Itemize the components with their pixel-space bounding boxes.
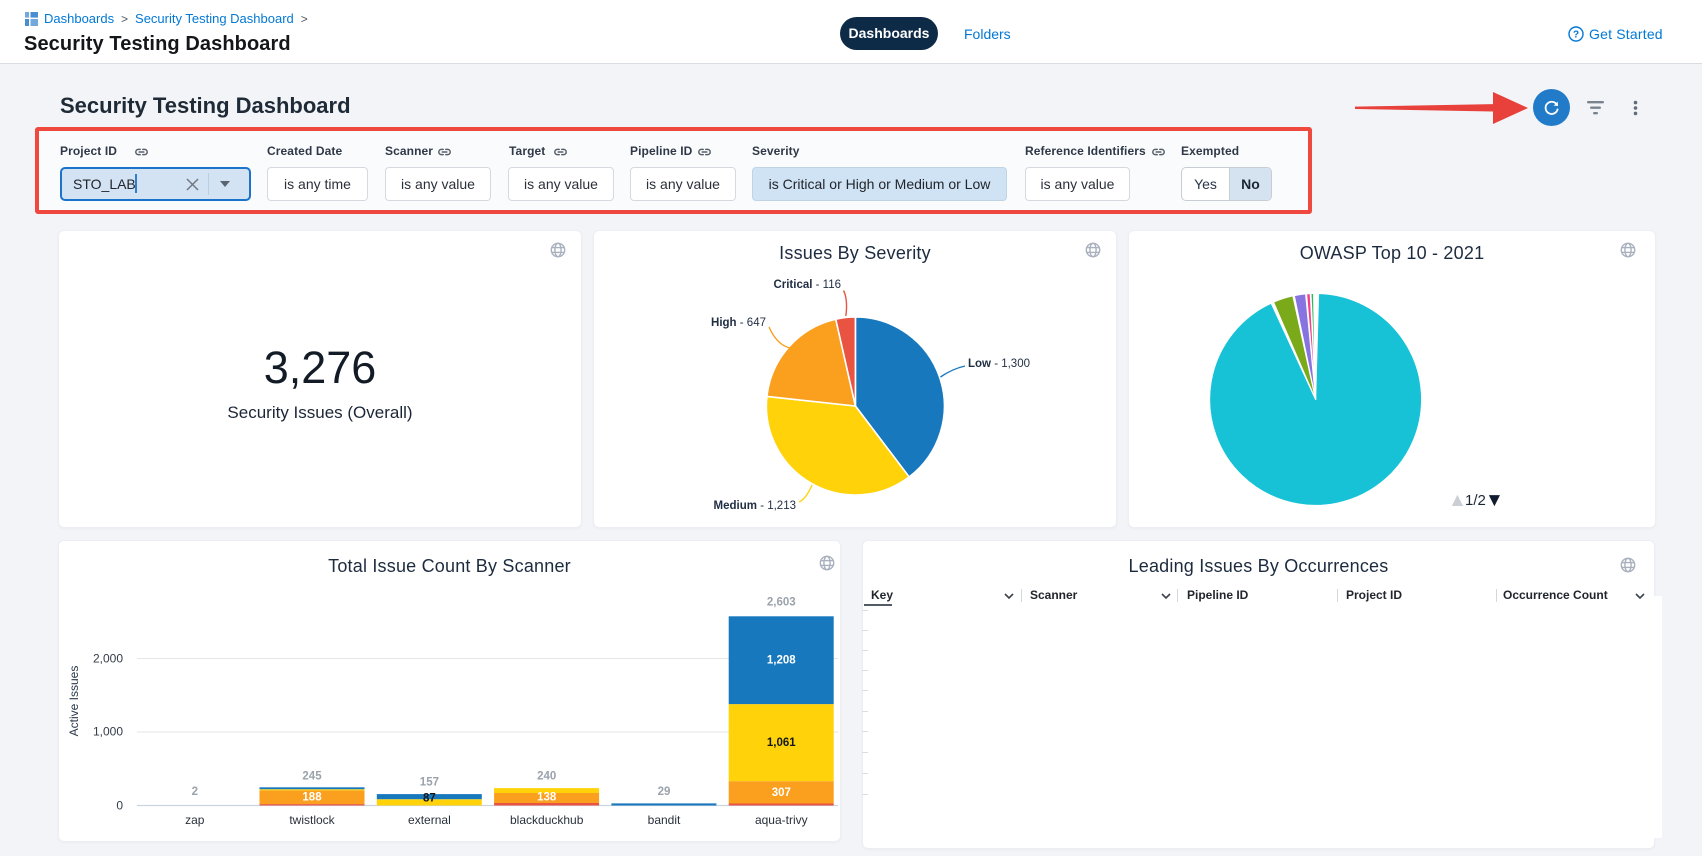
svg-text:?: ? [1573,29,1579,40]
svg-text:zap: zap [185,813,205,827]
svg-text:Critical - 116: Critical - 116 [773,279,841,291]
svg-text:1,061: 1,061 [767,737,796,749]
svg-text:Low - 1,300: Low - 1,300 [968,358,1030,370]
svg-text:2,603: 2,603 [767,597,796,609]
svg-text:29: 29 [658,786,671,798]
svg-text:2,000: 2,000 [93,652,123,666]
svg-text:188: 188 [302,792,322,804]
svg-text:blackduckhub: blackduckhub [510,813,584,827]
svg-text:87: 87 [423,793,436,805]
svg-text:Active Issues: Active Issues [67,666,81,737]
svg-text:138: 138 [537,792,557,804]
svg-text:High - 647: High - 647 [711,317,766,329]
svg-text:157: 157 [420,777,439,789]
svg-text:1/2: 1/2 [1465,492,1486,509]
svg-text:external: external [408,813,451,827]
svg-text:Medium - 1,213: Medium - 1,213 [714,500,796,512]
svg-text:1,000: 1,000 [93,725,123,739]
svg-text:aqua-trivy: aqua-trivy [755,813,808,827]
svg-text:2: 2 [192,786,198,798]
svg-text:307: 307 [772,787,791,799]
svg-text:twistlock: twistlock [289,813,335,827]
svg-text:1,208: 1,208 [767,655,796,667]
svg-text:240: 240 [537,771,556,783]
svg-text:bandit: bandit [648,813,681,827]
svg-text:245: 245 [302,771,322,783]
svg-text:▲: ▲ [1448,490,1467,511]
svg-text:0: 0 [116,799,123,813]
svg-text:▼: ▼ [1485,490,1504,511]
